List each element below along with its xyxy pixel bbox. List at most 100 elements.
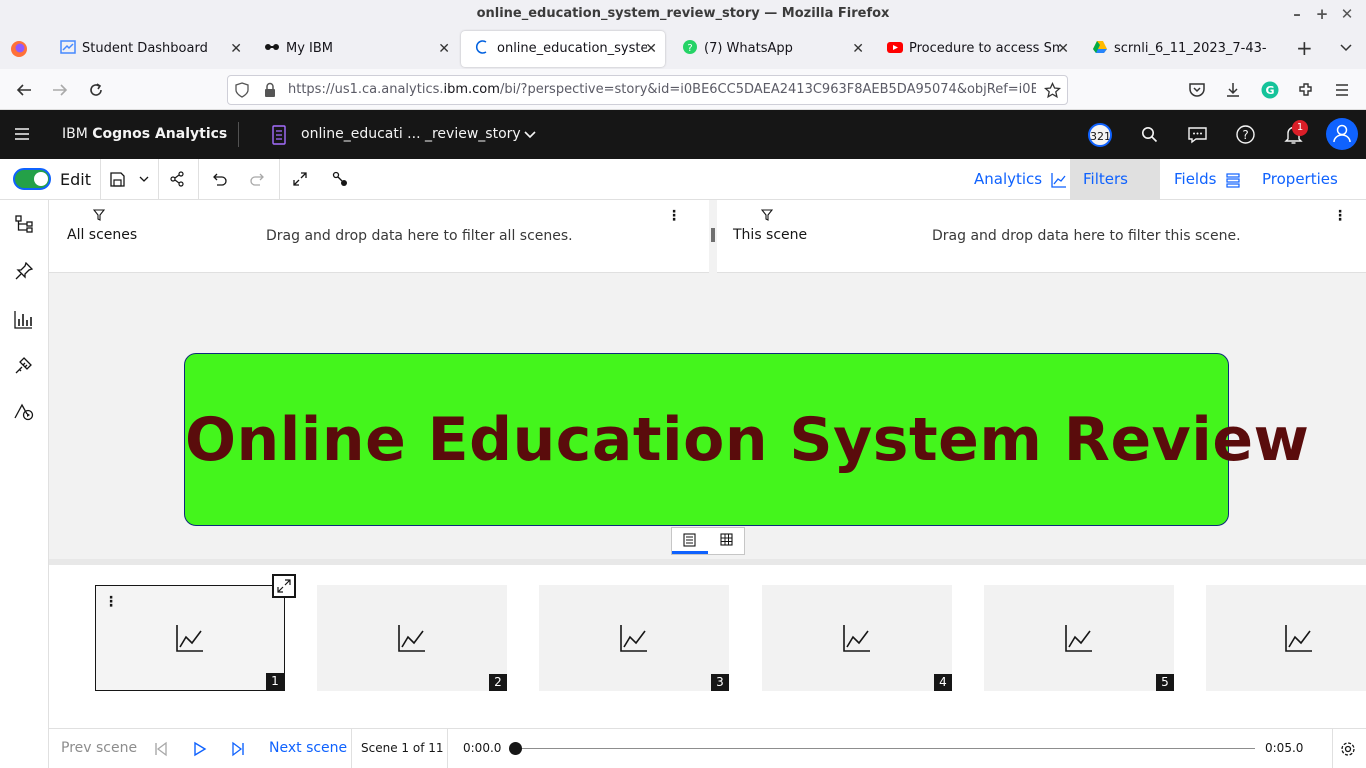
save-chevron-down-icon[interactable] [138,173,150,185]
tab-close-icon[interactable]: ✕ [438,31,450,67]
new-tab-icon[interactable]: + [1296,36,1313,60]
bookmark-star-icon[interactable] [1044,82,1061,99]
filters-button[interactable]: Filters [1070,159,1160,228]
tab-my-ibm[interactable]: My IBM ✕ [250,31,458,67]
scene-thumbnail[interactable] [1206,585,1366,691]
tab-close-icon[interactable]: ✕ [1057,31,1069,67]
tab-label: (7) WhatsApp [704,41,793,56]
properties-button[interactable]: Properties [1252,159,1366,228]
main-menu-icon[interactable] [14,126,30,142]
timeline-track[interactable] [509,742,1255,755]
outline-view-button[interactable] [672,528,708,554]
data-tree-icon[interactable] [15,215,34,234]
url-text[interactable]: https://us1.ca.analytics.ibm.com/bi/?per… [288,76,1036,104]
relationship-icon[interactable] [332,171,348,187]
visualizations-icon[interactable] [14,310,33,329]
save-icon[interactable] [110,172,125,187]
downloads-icon[interactable] [1224,81,1242,99]
play-icon[interactable] [192,741,208,757]
firefox-menu-icon[interactable] [10,40,28,58]
outline-icon [683,533,696,547]
tab-close-icon[interactable]: ✕ [852,31,864,67]
this-scene-overflow-menu-icon[interactable]: ⋮ [1333,208,1347,224]
tab-label: Student Dashboard [82,41,208,56]
minimize-icon[interactable]: – [1285,0,1309,28]
timeline-scrubber[interactable] [509,742,522,755]
animation-icon[interactable] [14,402,34,421]
next-scene-button[interactable]: Next scene [269,729,347,768]
url-bar[interactable]: https://us1.ca.analytics.ibm.com/bi/?per… [227,75,1068,105]
tab-whatsapp[interactable]: ? (7) WhatsApp ✕ [668,31,872,67]
story-chevron-down-icon[interactable] [522,127,538,143]
grid-view-button[interactable] [709,528,745,554]
expand-icon[interactable] [292,171,308,187]
search-icon[interactable] [1141,126,1158,143]
scene-overflow-menu-icon[interactable]: ⋮ [104,594,118,610]
forward-icon[interactable] [51,81,69,99]
scene-thumbnail[interactable]: 5 [984,585,1174,691]
player-divider [1332,729,1333,768]
scene-number: 1 [266,673,284,690]
fields-button[interactable]: Fields [1164,159,1251,200]
close-window-icon[interactable]: ✕ [1335,0,1359,28]
fields-icon [1226,172,1240,188]
window-title: online_education_system_review_story — M… [476,6,890,21]
all-scenes-filter-zone[interactable]: All scenes Drag and drop data here to fi… [49,200,709,273]
svg-text:G: G [1265,84,1274,97]
loading-icon [475,39,491,55]
line-chart-icon [1285,625,1312,652]
splitter-handle[interactable] [711,228,715,242]
time-end: 0:05.0 [1265,741,1304,755]
reload-icon[interactable] [87,81,105,99]
lock-icon[interactable] [262,82,278,98]
share-icon[interactable] [169,171,185,187]
fields-label: Fields [1174,170,1217,188]
chat-icon[interactable] [1188,126,1207,144]
maximize-icon[interactable]: + [1310,0,1334,28]
skip-back-icon[interactable] [153,741,169,757]
edit-toggle[interactable] [13,168,51,190]
user-avatar[interactable] [1326,118,1358,150]
view-switcher [671,527,745,555]
scene-thumbnail[interactable]: 4 [762,585,952,691]
line-chart-icon [620,625,647,652]
hamburger-menu-icon[interactable] [1333,81,1351,99]
undo-icon[interactable] [211,171,227,187]
assets-icon[interactable] [14,356,33,375]
scene-thumbnail[interactable]: ⋮ 1 [95,574,296,691]
redo-icon[interactable] [250,171,266,187]
grammarly-icon[interactable]: G [1261,81,1279,99]
tab-list-chevron-icon[interactable] [1338,39,1354,55]
tab-student-dashboard[interactable]: Student Dashboard ✕ [46,31,250,67]
title-text-widget[interactable]: Online Education System Review [184,353,1309,526]
analytics-button[interactable]: Analytics [964,159,1077,200]
tab-scrnli[interactable]: scrnli_6_11_2023_7-43-00 P [1078,31,1282,67]
pocket-icon[interactable] [1188,81,1206,99]
tab-close-icon[interactable]: ✕ [230,31,242,67]
all-scenes-overflow-menu-icon[interactable]: ⋮ [667,208,681,224]
tab-procedure-smart[interactable]: Procedure to access Smart ✕ [873,31,1077,67]
left-rail [0,200,49,768]
tab-close-icon[interactable]: ✕ [645,31,657,67]
scene-number: 2 [489,674,507,691]
story-title[interactable]: online_educati ... _review_story [301,110,521,159]
settings-gear-icon[interactable] [1340,741,1356,757]
help-icon[interactable]: ? [1236,125,1255,144]
scene-thumbnail[interactable]: 2 [317,585,507,691]
shield-icon[interactable] [234,82,250,98]
pin-icon[interactable] [15,262,33,280]
url-prefix: https://us1.ca.analytics. [288,82,444,97]
expand-scene-button[interactable] [272,574,296,598]
prev-scene-button[interactable]: Prev scene [61,729,137,768]
tab-online-education-story[interactable]: online_education_system_r ✕ [461,31,665,67]
skip-forward-icon[interactable] [230,741,246,757]
this-scene-filter-zone[interactable]: This scene Drag and drop data here to fi… [717,200,1366,273]
player-divider [351,729,352,768]
tab-label: scrnli_6_11_2023_7-43-00 P [1114,41,1266,56]
properties-label: Properties [1262,170,1338,188]
extensions-icon[interactable] [1297,81,1315,99]
counter-badge[interactable]: 321 [1088,123,1112,147]
scene-thumbnail[interactable]: 3 [539,585,729,691]
whatsapp-icon: ? [682,39,698,55]
back-icon[interactable] [15,81,33,99]
